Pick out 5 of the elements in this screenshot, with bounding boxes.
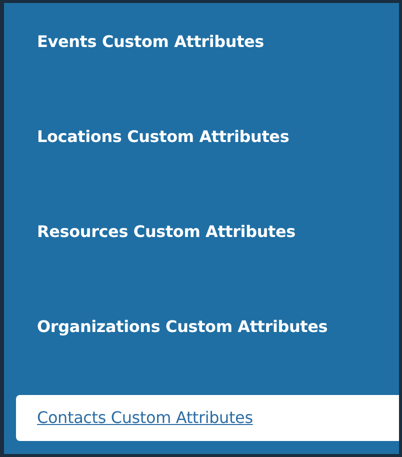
menu-item[interactable]: Locations Custom Attributes [4, 116, 399, 158]
menu-item[interactable]: Resources Custom Attributes [4, 211, 399, 253]
menu-item[interactable]: Contacts Custom Attributes [16, 395, 399, 441]
menu-item[interactable]: Organizations Custom Attributes [4, 306, 399, 348]
menu-item[interactable]: Events Custom Attributes [4, 21, 399, 63]
